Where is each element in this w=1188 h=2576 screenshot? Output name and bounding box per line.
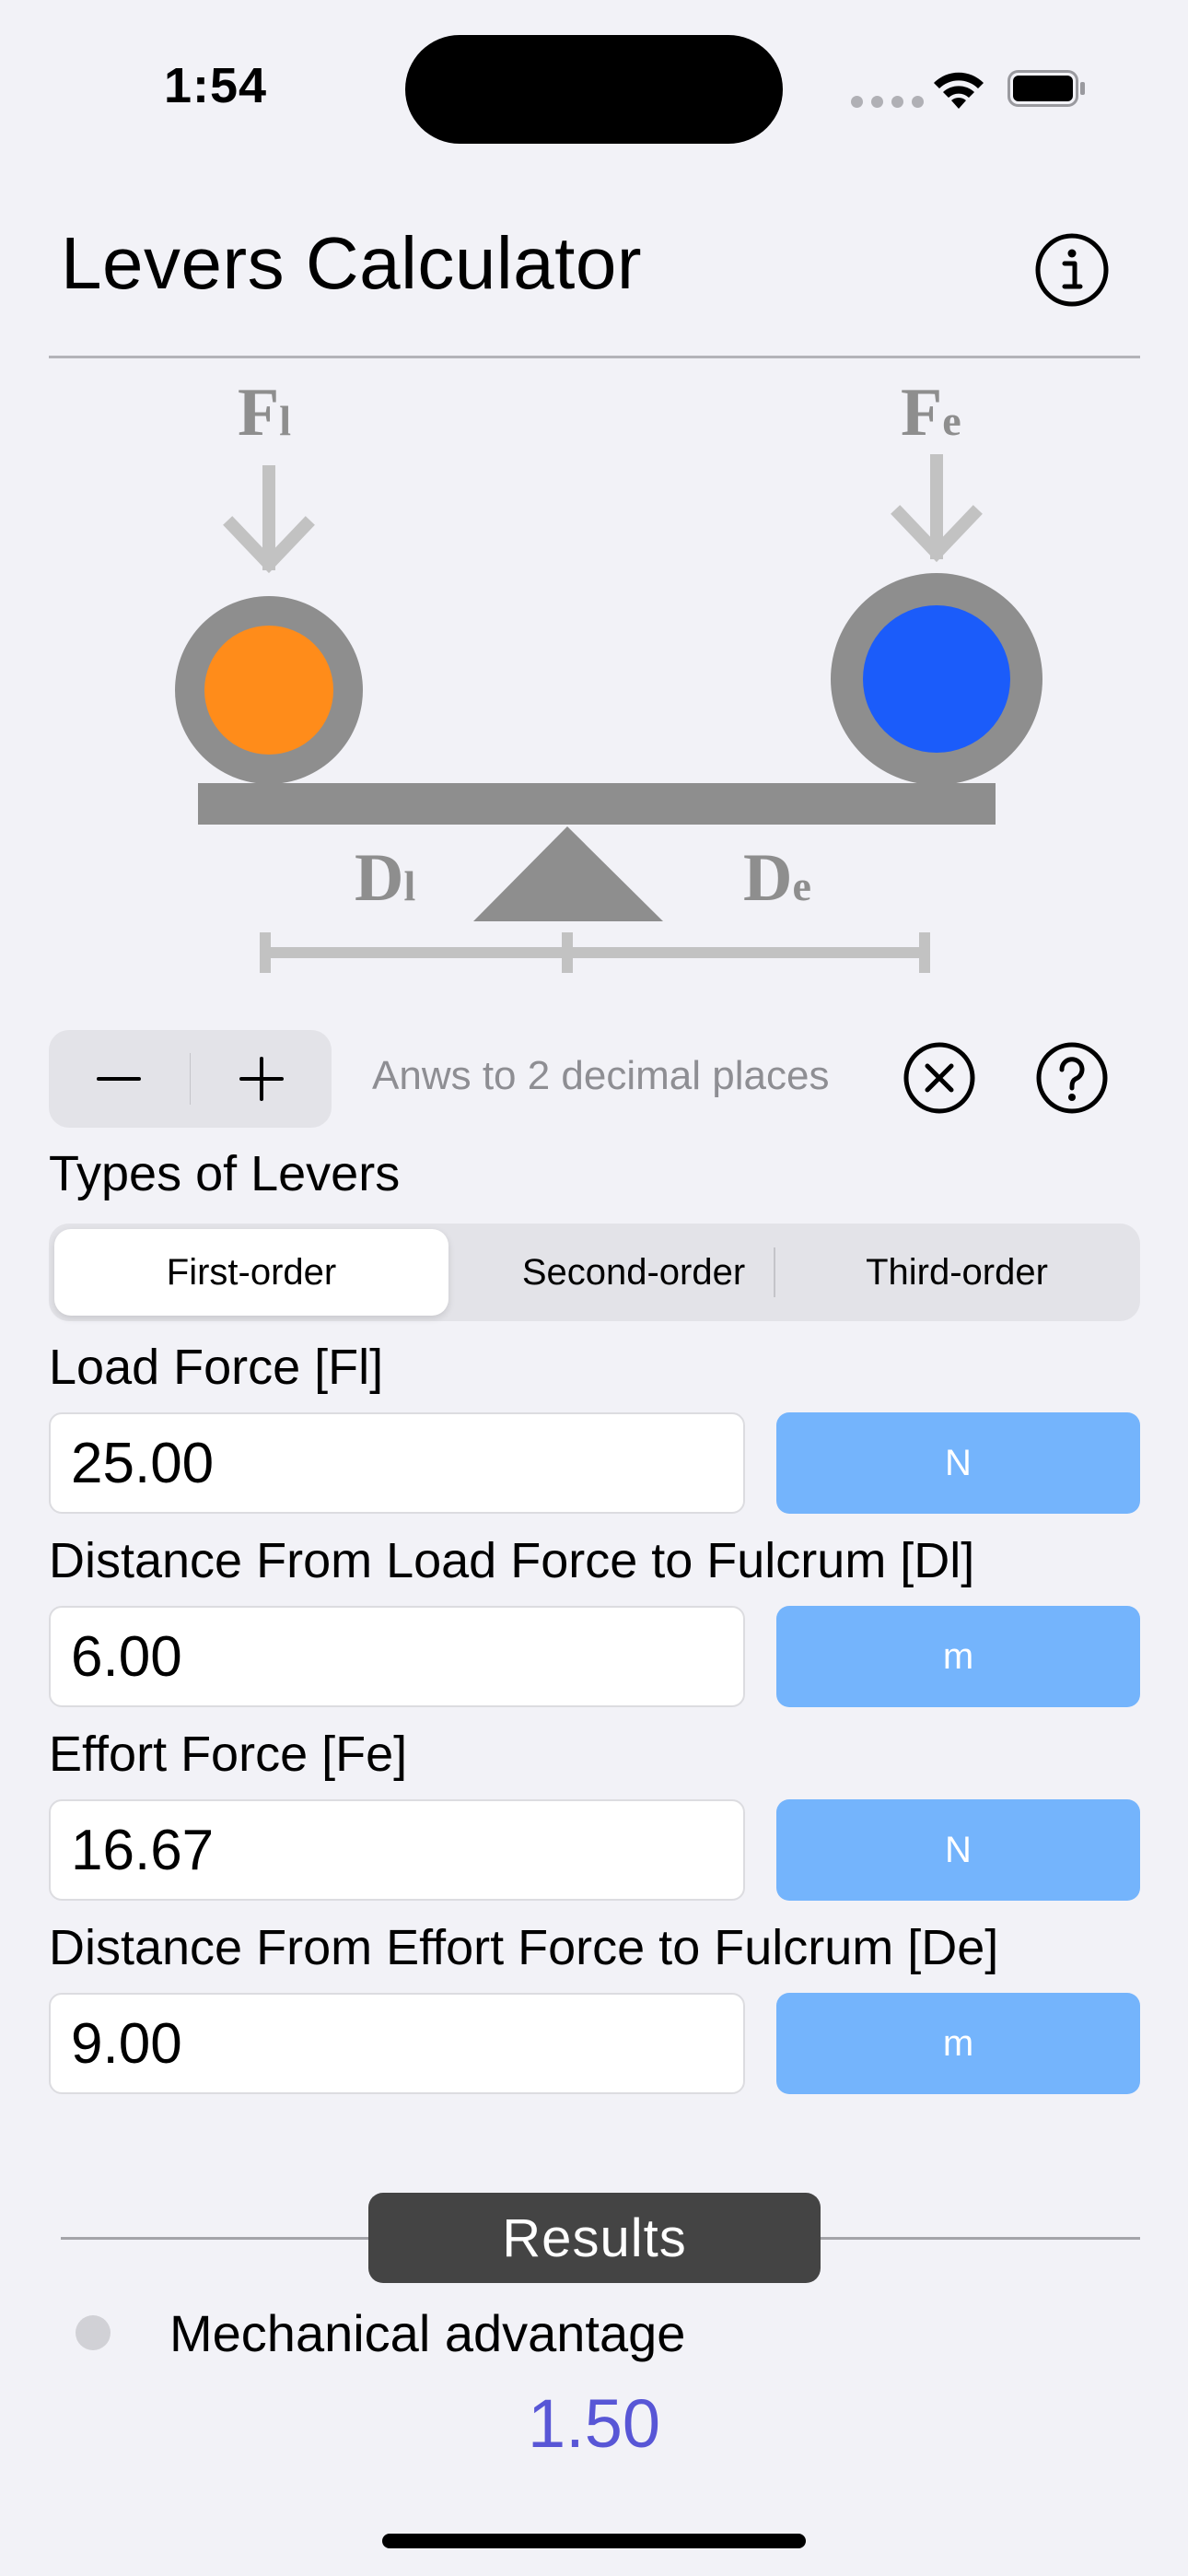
segment-second-order[interactable]: Second-order	[452, 1229, 815, 1316]
effort-arrow-icon	[891, 454, 983, 563]
effort-force-unit-button[interactable]: N	[776, 1799, 1140, 1901]
load-arrow-icon	[223, 465, 315, 574]
mechanical-advantage-value: 1.50	[527, 2385, 661, 2462]
effort-distance-unit-button[interactable]: m	[776, 1993, 1140, 2094]
effort-force-input[interactable]: 16.67	[49, 1799, 745, 1901]
distance-scale	[260, 932, 930, 973]
load-force-input[interactable]: 25.00	[49, 1412, 745, 1514]
effort-force-field-label: Effort Force [Fe]	[49, 1727, 408, 1782]
minus-icon	[97, 1077, 142, 1081]
status-time: 1:54	[164, 58, 268, 113]
wifi-icon	[934, 72, 984, 109]
load-force-unit-button[interactable]: N	[776, 1412, 1140, 1514]
help-icon[interactable]	[1035, 1041, 1109, 1115]
segment-first-order[interactable]: First-order	[54, 1229, 448, 1316]
lever-type-selector[interactable]: First-order Second-order Third-order	[49, 1224, 1140, 1321]
results-heading: Results	[368, 2193, 821, 2283]
lever-diagram: Fl Fe Dl De	[175, 375, 1042, 973]
load-distance-input[interactable]: 6.00	[49, 1606, 745, 1707]
home-indicator[interactable]	[382, 2534, 806, 2548]
load-force-field-label: Load Force [Fl]	[49, 1340, 384, 1395]
effort-distance-input[interactable]: 9.00	[49, 1993, 745, 2094]
cellular-signal-icon	[851, 96, 924, 108]
decimal-places-hint: Anws to 2 decimal places	[372, 1053, 830, 1098]
result-bullet	[76, 2315, 111, 2350]
effort-distance-label: De	[743, 840, 811, 916]
effort-force-label: Fe	[901, 375, 961, 451]
clear-icon[interactable]	[903, 1041, 976, 1115]
plus-icon	[239, 1057, 284, 1101]
header-divider	[49, 356, 1140, 358]
dynamic-island	[405, 35, 783, 144]
page-title: Levers Calculator	[61, 222, 642, 304]
fulcrum	[473, 826, 663, 921]
load-distance-label: Dl	[355, 840, 415, 916]
effort-distance-field-label: Distance From Effort Force to Fulcrum [D…	[49, 1920, 999, 1975]
lever-types-label: Types of Levers	[49, 1146, 401, 1201]
load-force-label: Fl	[238, 375, 291, 451]
segment-third-order[interactable]: Third-order	[778, 1229, 1136, 1316]
mechanical-advantage-label: Mechanical advantage	[169, 2304, 686, 2362]
increment-button[interactable]	[191, 1030, 332, 1128]
load-distance-unit-button[interactable]: m	[776, 1606, 1140, 1707]
decrement-button[interactable]	[49, 1030, 190, 1128]
load-distance-field-label: Distance From Load Force to Fulcrum [Dl]	[49, 1533, 975, 1588]
info-icon[interactable]	[1034, 232, 1110, 308]
lever-beam	[198, 783, 996, 825]
battery-icon	[1007, 70, 1085, 107]
segment-divider	[774, 1247, 775, 1297]
decimal-stepper[interactable]	[49, 1030, 332, 1128]
